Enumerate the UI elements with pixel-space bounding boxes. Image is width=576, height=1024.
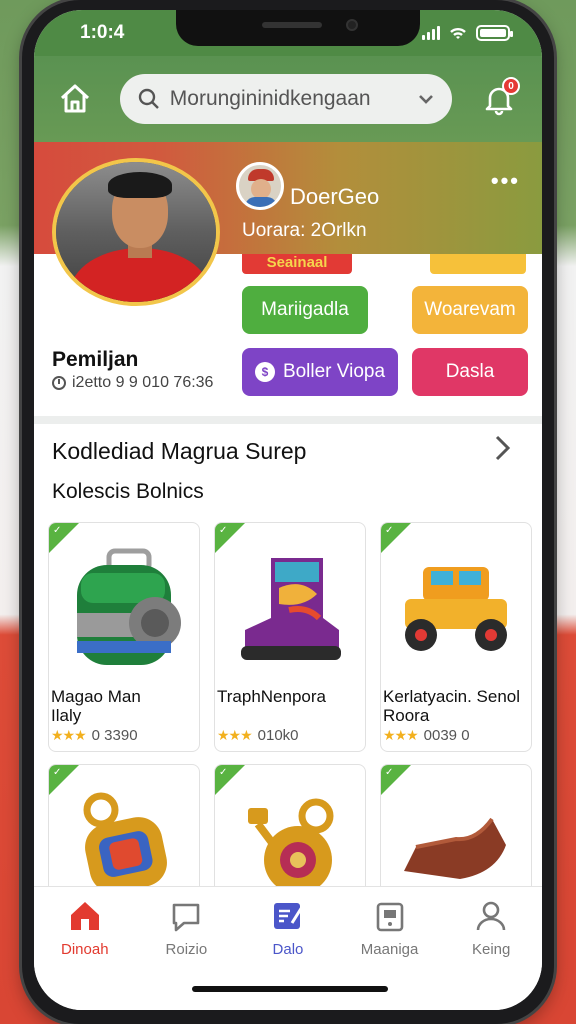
item-rating: ★★★ 0039 0 — [383, 727, 470, 744]
more-options-icon[interactable]: ••• — [491, 168, 520, 194]
hint-label-red: Seainaal — [242, 254, 352, 274]
nav-label-profile: Keing — [471, 941, 511, 958]
home-icon — [60, 84, 89, 113]
battery-icon — [476, 25, 513, 41]
camera-notch — [176, 10, 420, 46]
item-score: 0 3390 — [91, 727, 138, 744]
green-action-button[interactable]: Mariigadla — [242, 286, 368, 334]
status-time: 1:0:4 — [80, 22, 125, 43]
chevron-right-icon[interactable] — [494, 434, 520, 464]
search-icon — [138, 88, 159, 109]
profile-card: DoerGeo Uorara: 2Orlkn ••• Seainaal Mari… — [34, 142, 542, 416]
collection-item-card[interactable]: ✓ TraphNenpora ★★★ 010k0 — [214, 522, 366, 752]
wifi-icon — [450, 27, 466, 39]
chat-icon — [173, 903, 200, 932]
item-rating: ★★★ 010k0 — [217, 727, 299, 744]
rating-stars-icon: ★★★ — [51, 727, 87, 743]
new-tag-icon: ✓ — [53, 767, 62, 778]
user-mini-avatar[interactable] — [236, 162, 284, 210]
nav-item-profile[interactable]: Keing — [446, 899, 536, 1010]
new-tag-icon: ✓ — [219, 767, 228, 778]
new-tag-icon: ✓ — [385, 767, 394, 778]
player-meta-text: i2etto 9 9 010 76:36 — [72, 374, 214, 391]
item-rating: ★★★ 0 3390 — [51, 727, 138, 744]
nav-label-device: Maaniga — [360, 941, 419, 958]
status-icons — [422, 25, 513, 41]
app-screen: 1:0:4 Morungininidkengaan 0 DoerGeo Uora… — [34, 10, 542, 1010]
item-name: Magao Man Ilaly — [51, 687, 141, 725]
item-image-bag — [49, 533, 199, 683]
collection-subtitle: Kolescis Bolnics — [52, 480, 204, 503]
item-image-toy-car — [381, 533, 531, 683]
rating-stars-icon: ★★★ — [217, 727, 253, 743]
player-avatar[interactable] — [52, 158, 220, 306]
collection-item-card[interactable]: ✓ Kerlatyacin. Senol Roora ★★★ 0039 0 — [380, 522, 532, 752]
nav-item-home[interactable]: Dinoah — [40, 899, 130, 1010]
notification-badge: 0 — [501, 77, 520, 95]
collection-title: Kodlediad Magrua Surep — [52, 438, 307, 464]
top-bar: Morungininidkengaan 0 — [34, 56, 542, 142]
nav-item-device[interactable]: Maaniga — [345, 899, 435, 1010]
coin-icon: $ — [254, 362, 275, 382]
clock-icon — [52, 376, 66, 390]
item-score: 0039 0 — [423, 727, 470, 744]
user-subtitle: Uorara: 2Orlkn — [242, 220, 367, 241]
nav-item-chat[interactable]: Roizio — [141, 899, 231, 1010]
hint-label-yellow — [430, 254, 526, 274]
item-name: Kerlatyacin. Senol Roora — [383, 687, 521, 725]
nav-label-home: Dinoah — [61, 941, 109, 958]
search-bar[interactable]: Morungininidkengaan — [119, 74, 453, 124]
purple-action-label: Boller Viopa — [282, 361, 386, 382]
collection-item-card[interactable]: ✓ Magao Man Ilaly ★★★ 0 3390 — [48, 522, 200, 752]
user-icon — [476, 901, 506, 931]
home-button[interactable] — [56, 79, 94, 119]
chevron-down-icon[interactable] — [418, 93, 434, 105]
section-divider — [34, 416, 542, 424]
item-score: 010k0 — [257, 727, 299, 744]
nav-label-edit: Dalo — [272, 941, 304, 958]
edit-icon — [273, 903, 304, 929]
player-name: Pemiljan — [52, 348, 139, 371]
home-indicator[interactable] — [192, 986, 388, 992]
notifications-button[interactable]: 0 — [478, 77, 520, 121]
device-icon — [376, 902, 403, 932]
red-action-button[interactable]: Dasla — [412, 348, 528, 396]
nav-item-edit[interactable]: Dalo — [243, 899, 333, 1010]
home-icon — [70, 902, 99, 930]
item-name: TraphNenpora — [217, 687, 326, 706]
user-name: DoerGeo — [290, 184, 380, 209]
search-placeholder: Morungininidkengaan — [169, 87, 371, 110]
orange-action-button[interactable]: Woarevam — [412, 286, 528, 334]
nav-label-chat: Roizio — [165, 941, 208, 958]
purple-action-button[interactable]: $ Boller Viopa — [242, 348, 398, 396]
player-meta: i2etto 9 9 010 76:36 — [52, 374, 213, 392]
rating-stars-icon: ★★★ — [383, 727, 419, 743]
signal-icon — [422, 26, 440, 40]
phone-frame: 1:0:4 Morungininidkengaan 0 DoerGeo Uora… — [22, 0, 554, 1024]
item-image-boot — [215, 533, 365, 683]
